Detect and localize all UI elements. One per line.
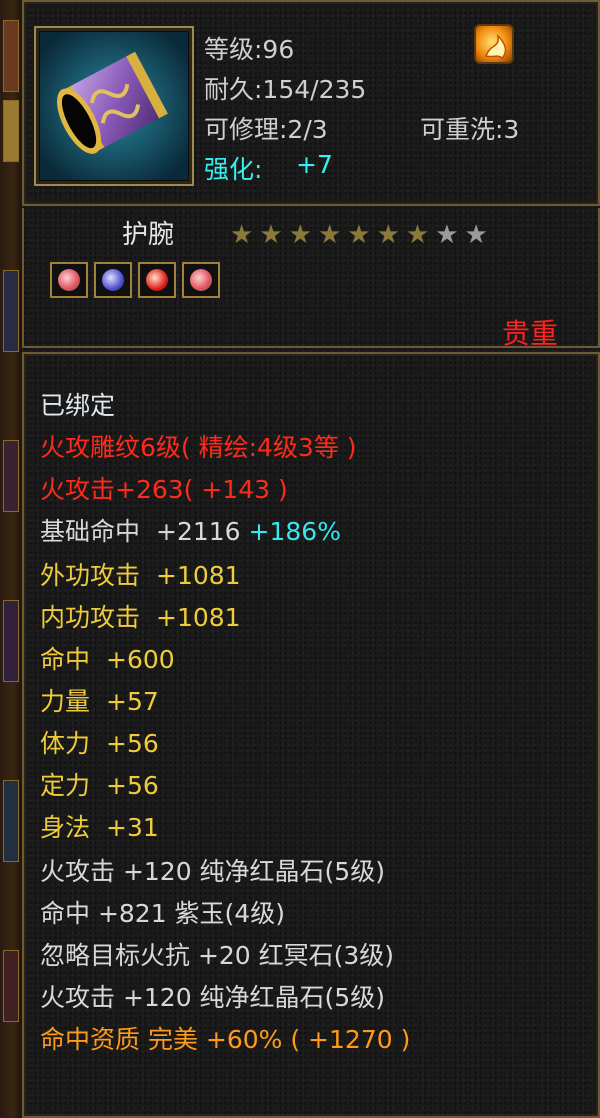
slot-edge bbox=[3, 600, 19, 682]
gem-sockets bbox=[50, 262, 220, 298]
stat-value: +1081 bbox=[156, 603, 241, 632]
stat-value: +31 bbox=[106, 813, 159, 842]
stat-label: 内功攻击 bbox=[40, 603, 141, 632]
fire-element-icon[interactable] bbox=[474, 24, 514, 64]
star-icon: ★ bbox=[259, 220, 283, 250]
slot-edge bbox=[3, 780, 19, 862]
base-hit-value: +2116 bbox=[156, 517, 241, 546]
stat-line: 定力 +56 bbox=[40, 766, 159, 802]
stat-label: 力量 bbox=[40, 687, 91, 716]
base-hit-line: 基础命中 +2116 +186% bbox=[40, 512, 341, 548]
stat-value: +57 bbox=[106, 687, 159, 716]
enhance-value: +7 bbox=[296, 150, 333, 179]
stat-label: 定力 bbox=[40, 771, 91, 800]
rarity-label: 贵重 bbox=[502, 317, 559, 350]
gem-effect-line: 火攻击 +120 纯净红晶石(5级) bbox=[40, 983, 385, 1012]
blue-gem-icon[interactable] bbox=[94, 262, 132, 298]
gem-effect-line: 命中 +821 紫玉(4级) bbox=[40, 899, 285, 928]
stat-value: +600 bbox=[106, 645, 175, 674]
item-repairable: 可修理:2/3 bbox=[204, 115, 328, 144]
item-rewashable: 可重洗:3 bbox=[420, 115, 520, 144]
green-gem-icon[interactable] bbox=[50, 262, 88, 298]
stat-value: +56 bbox=[106, 729, 159, 758]
stat-line: 体力 +56 bbox=[40, 724, 159, 760]
stat-line: 内功攻击 +1081 bbox=[40, 598, 241, 634]
stat-line: 外功攻击 +1081 bbox=[40, 556, 241, 592]
slot-edge bbox=[3, 100, 19, 162]
gem-effect-line: 忽略目标火抗 +20 红冥石(3级) bbox=[40, 941, 395, 970]
stat-label: 命中 bbox=[40, 645, 91, 674]
star-icon: ★ bbox=[376, 220, 400, 250]
slot-edge bbox=[3, 440, 19, 512]
star-icon: ★ bbox=[288, 220, 312, 250]
stat-line: 力量 +57 bbox=[40, 682, 159, 718]
stat-value: +1081 bbox=[156, 561, 241, 590]
star-icon: ★ bbox=[405, 220, 430, 250]
base-hit-label: 基础命中 bbox=[40, 517, 141, 546]
fire-attack-line: 火攻击+263( +143 ) bbox=[40, 475, 288, 504]
item-level: 等级:96 bbox=[204, 35, 295, 64]
stat-label: 身法 bbox=[40, 813, 91, 842]
slot-edge bbox=[3, 950, 19, 1022]
engrave-line: 火攻雕纹6级( 精绘:4级3等 ) bbox=[40, 433, 357, 462]
star-icon: ★ bbox=[317, 220, 342, 250]
base-hit-percent: +186% bbox=[248, 517, 341, 546]
bound-status: 已绑定 bbox=[40, 391, 116, 420]
portrait-edge bbox=[3, 20, 19, 92]
empty-star-icon: ★ bbox=[435, 220, 459, 250]
left-window-edge bbox=[0, 0, 22, 1118]
green-gem-icon[interactable] bbox=[182, 262, 220, 298]
bracer-icon bbox=[40, 32, 188, 180]
star-icon: ★ bbox=[347, 220, 371, 250]
empty-star-icon: ★ bbox=[464, 220, 488, 250]
star-icon: ★ bbox=[230, 220, 254, 250]
quality-line: 命中资质 完美 +60% ( +1270 ) bbox=[40, 1025, 411, 1054]
item-icon-slot bbox=[34, 26, 194, 186]
slot-edge bbox=[3, 270, 19, 352]
item-name: 护腕 bbox=[122, 220, 175, 250]
stat-label: 体力 bbox=[40, 729, 91, 758]
stat-line: 命中 +600 bbox=[40, 640, 175, 676]
stat-label: 外功攻击 bbox=[40, 561, 141, 590]
stat-value: +56 bbox=[106, 771, 159, 800]
stat-line: 身法 +31 bbox=[40, 808, 159, 844]
red-gem-icon[interactable] bbox=[138, 262, 176, 298]
item-tooltip: 等级:96 耐久:154/235 可修理:2/3 可重洗:3 强化: +7 护腕… bbox=[22, 0, 600, 1118]
enhance-label: 强化: bbox=[204, 155, 263, 184]
gem-effect-line: 火攻击 +120 纯净红晶石(5级) bbox=[40, 857, 385, 886]
item-durability: 耐久:154/235 bbox=[204, 75, 367, 104]
star-rating: ★ ★ ★ ★ ★ ★ ★ ★ ★ bbox=[230, 222, 488, 248]
